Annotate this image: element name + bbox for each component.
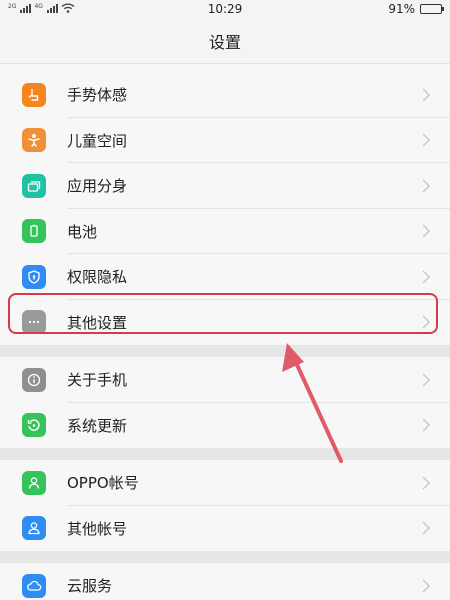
account-icon xyxy=(22,516,46,541)
chevron-right-icon xyxy=(417,418,430,432)
chevron-right-icon xyxy=(417,179,430,193)
info-icon xyxy=(22,367,46,392)
settings-item-permissions-privacy[interactable]: 权限隐私 xyxy=(0,254,450,300)
page-title: 设置 xyxy=(0,18,450,64)
battery-icon xyxy=(22,219,46,244)
group-separator xyxy=(0,551,450,563)
settings-item-app-clone[interactable]: 应用分身 xyxy=(0,163,450,209)
settings-item-kids-space[interactable]: 儿童空间 xyxy=(0,118,450,163)
settings-group-2: 关于手机 系统更新 xyxy=(0,357,450,448)
chevron-right-icon xyxy=(417,521,430,535)
settings-item-label: 权限隐私 xyxy=(67,268,128,287)
app-clone-icon xyxy=(22,173,46,198)
status-bar: 2G 4G 10:29 91% xyxy=(0,0,450,18)
settings-item-label: 其他帐号 xyxy=(67,519,128,538)
settings-item-other-settings[interactable]: 其他设置 xyxy=(0,300,450,346)
chevron-right-icon xyxy=(417,579,430,593)
battery-percent: 91% xyxy=(388,2,415,16)
settings-item-label: 应用分身 xyxy=(67,177,128,196)
child-icon xyxy=(22,128,46,153)
settings-item-gesture[interactable]: 手势体感 xyxy=(0,72,450,118)
chevron-right-icon xyxy=(417,133,430,147)
settings-item-system-update[interactable]: 系统更新 xyxy=(0,403,450,449)
settings-item-battery[interactable]: 电池 xyxy=(0,209,450,254)
group-separator xyxy=(0,345,450,357)
cloud-icon xyxy=(22,573,46,598)
settings-item-other-accounts[interactable]: 其他帐号 xyxy=(0,506,450,552)
group-separator xyxy=(0,448,450,460)
settings-group-4: 云服务 xyxy=(0,563,450,600)
settings-group-3: OPPO帐号 其他帐号 xyxy=(0,460,450,551)
chevron-right-icon xyxy=(417,373,430,387)
settings-item-label: 系统更新 xyxy=(67,416,128,435)
settings-item-label: 儿童空间 xyxy=(67,131,128,150)
battery-status: 91% xyxy=(388,2,444,16)
chevron-right-icon xyxy=(417,224,430,238)
clock: 10:29 xyxy=(207,2,243,16)
settings-item-cloud-service[interactable]: 云服务 xyxy=(0,563,450,600)
settings-item-label: 其他设置 xyxy=(67,313,128,332)
settings-item-label: 关于手机 xyxy=(67,371,128,390)
settings-item-oppo-account[interactable]: OPPO帐号 xyxy=(0,460,450,506)
update-icon xyxy=(22,413,46,438)
more-dots-icon xyxy=(22,310,46,335)
group-spacer xyxy=(0,64,450,72)
chevron-right-icon xyxy=(417,270,430,284)
chevron-right-icon xyxy=(417,476,430,490)
settings-item-label: 电池 xyxy=(67,222,98,241)
chevron-right-icon xyxy=(417,315,430,329)
settings-item-label: OPPO帐号 xyxy=(67,474,139,493)
settings-group-1: 手势体感 儿童空间 应用分身 电池 权限隐私 其他设置 xyxy=(0,64,450,345)
chevron-right-icon xyxy=(417,88,430,102)
battery-icon xyxy=(420,4,444,14)
settings-item-label: 云服务 xyxy=(67,577,113,596)
settings-item-label: 手势体感 xyxy=(67,86,128,105)
settings-item-about-phone[interactable]: 关于手机 xyxy=(0,357,450,403)
user-icon xyxy=(22,470,46,495)
hand-gesture-icon xyxy=(22,82,46,107)
shield-icon xyxy=(22,264,46,289)
